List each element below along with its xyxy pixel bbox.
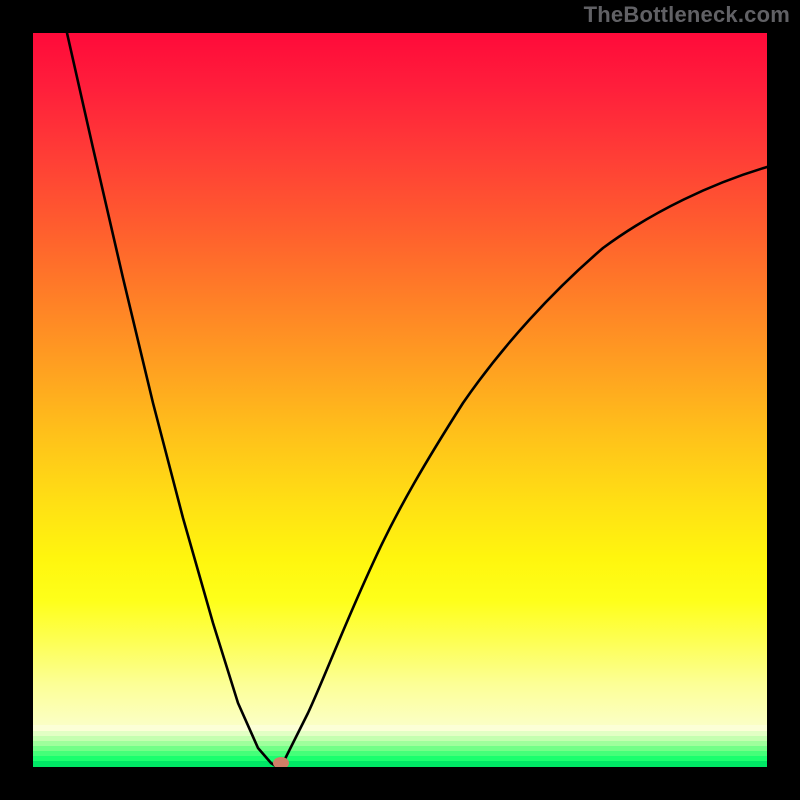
plot-area [33, 33, 767, 767]
chart-canvas: TheBottleneck.com [0, 0, 800, 800]
bottleneck-curve [67, 33, 767, 767]
curve-svg [33, 33, 767, 767]
watermark-text: TheBottleneck.com [584, 2, 790, 28]
